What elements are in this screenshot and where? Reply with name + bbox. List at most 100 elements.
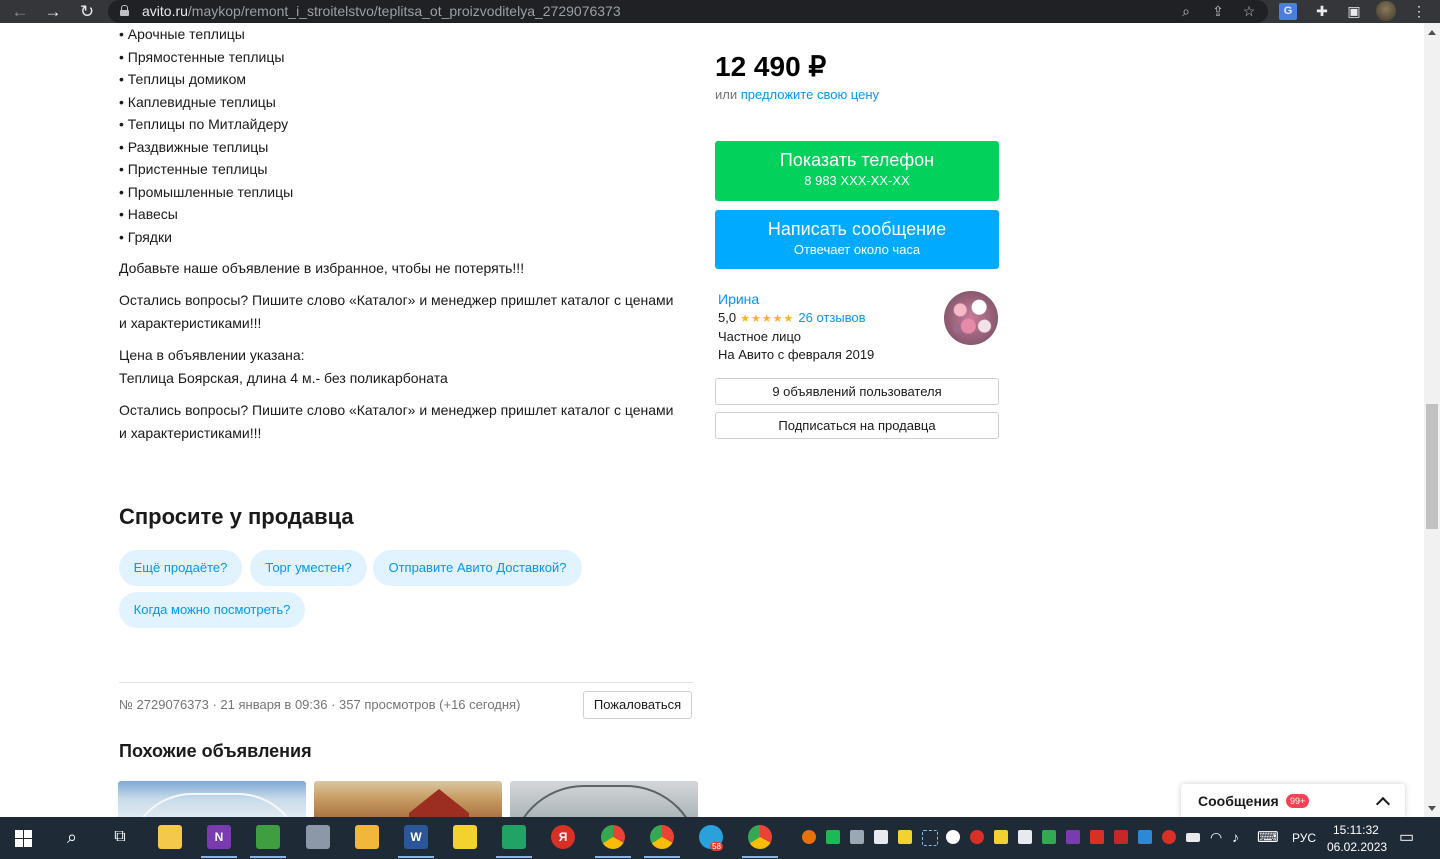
list-item: • Теплицы домиком (119, 71, 246, 87)
scroll-down-arrow-icon[interactable] (1428, 806, 1436, 811)
file-explorer-icon[interactable] (158, 825, 182, 849)
word-icon[interactable]: W (404, 825, 428, 849)
telegram-badge: 58 (710, 842, 723, 851)
scrollbar-thumb[interactable] (1426, 404, 1438, 529)
listing-meta: № 2729076373 · 21 января в 09:36 · 357 п… (119, 697, 521, 712)
tray-app-icon[interactable] (1042, 830, 1056, 844)
similar-listing-thumbnail[interactable] (314, 781, 502, 817)
extensions-puzzle-icon[interactable]: ✚ (1311, 2, 1333, 21)
offer-price-link[interactable]: предложите свою цену (741, 87, 879, 102)
quick-question-chip[interactable]: Отправите Авито Доставкой? (373, 550, 582, 586)
tray-snip-icon[interactable] (922, 830, 938, 846)
tray-app-icon[interactable] (946, 830, 960, 844)
active-app-indicator (496, 856, 532, 858)
tray-check-icon[interactable] (994, 830, 1008, 844)
seller-avatar[interactable] (944, 291, 998, 345)
windows-start-icon[interactable] (15, 830, 32, 847)
app-icon[interactable] (306, 825, 330, 849)
seller-name-link[interactable]: Ирина (718, 291, 759, 307)
scroll-up-arrow-icon[interactable] (1428, 30, 1436, 35)
complain-button[interactable]: Пожаловаться (583, 691, 692, 719)
write-message-button[interactable]: Написать сообщение Отвечает около часа (715, 210, 999, 269)
subscribe-seller-button[interactable]: Подписаться на продавца (715, 412, 999, 439)
tray-monitor-icon[interactable] (850, 830, 864, 844)
list-item: • Навесы (119, 206, 178, 222)
seller-since: На Авито с февраля 2019 (718, 347, 875, 362)
tray-app-icon[interactable] (1090, 830, 1104, 844)
tray-window-icon[interactable] (1018, 830, 1032, 844)
address-bar[interactable]: avito.ru/maykop/remont_i_stroitelstvo/te… (108, 0, 1268, 23)
chrome-icon[interactable] (601, 825, 625, 849)
tray-notes-icon[interactable] (898, 830, 912, 844)
reviews-link[interactable]: 26 отзывов (798, 310, 865, 325)
seller-rating: 5,0 ★★★★★ 26 отзывов (718, 310, 866, 325)
unread-badge: 99+ (1286, 794, 1310, 808)
clock-time[interactable]: 15:11:32 (1333, 823, 1379, 837)
tray-app-icon[interactable] (802, 830, 816, 844)
favorites-paragraph: Добавьте наше объявление в избранное, чт… (119, 257, 694, 280)
similar-listing-thumbnail[interactable] (118, 781, 306, 817)
reload-icon[interactable]: ↻ (76, 2, 98, 21)
active-app-indicator (250, 856, 286, 858)
task-view-icon[interactable]: ⧉ (108, 825, 132, 849)
write-message-label: Написать сообщение (767, 219, 947, 239)
quick-question-chip[interactable]: Торг уместен? (250, 550, 367, 586)
text-line: Остались вопросы? Пишите слово «Каталог»… (119, 402, 674, 418)
active-app-indicator (201, 856, 237, 858)
tray-fx-icon[interactable] (1138, 830, 1152, 844)
text-line: и характеристиками!!! (119, 425, 262, 441)
zoom-icon[interactable]: ⌕ (1176, 2, 1196, 21)
show-phone-button[interactable]: Показать телефон 8 983 XXX-XX-XX (715, 141, 999, 201)
back-arrow-icon[interactable]: ← (9, 2, 31, 21)
wifi-icon[interactable]: ◠ (1210, 829, 1222, 846)
chrome-icon[interactable] (650, 825, 674, 849)
yandex-icon[interactable]: Я (551, 825, 575, 849)
text-line: Остались вопросы? Пишите слово «Каталог»… (119, 292, 674, 308)
url-text: avito.ru/maykop/remont_i_stroitelstvo/te… (142, 3, 621, 19)
battery-icon[interactable] (1186, 833, 1200, 842)
active-app-indicator (742, 856, 778, 858)
divider (119, 682, 693, 683)
share-icon[interactable]: ⇪ (1208, 2, 1228, 21)
onenote-icon[interactable]: N (207, 825, 231, 849)
messages-label: Сообщения (1198, 793, 1279, 809)
sticky-notes-icon[interactable] (453, 825, 477, 849)
profile-avatar-icon[interactable] (1376, 1, 1396, 21)
tray-app-icon[interactable] (970, 830, 984, 844)
menu-kebab-icon[interactable]: ⋮ (1408, 2, 1430, 21)
tray-shield-icon[interactable] (826, 830, 840, 844)
notifications-icon[interactable]: ▭ (1399, 827, 1414, 847)
clock-date[interactable]: 06.02.2023 (1327, 840, 1387, 854)
search-icon[interactable]: ⌕ (60, 825, 84, 849)
text-line: Цена в объявлении указана: (119, 347, 305, 363)
forward-arrow-icon[interactable]: → (42, 2, 64, 21)
tray-document-icon[interactable] (874, 830, 888, 844)
page-scrollbar[interactable] (1424, 23, 1440, 817)
ask-seller-heading: Спросите у продавца (119, 504, 354, 529)
messages-widget[interactable]: Сообщения 99+ (1181, 784, 1405, 817)
tray-yandex-icon[interactable] (1162, 830, 1176, 844)
browser-toolbar: ← → ↻ avito.ru/maykop/remont_i_stroitels… (0, 0, 1440, 23)
chevron-up-icon[interactable] (1375, 793, 1391, 809)
quick-question-chip[interactable]: Когда можно посмотреть? (119, 592, 305, 628)
input-language[interactable]: РУС (1292, 831, 1316, 845)
tray-app-icon[interactable] (1114, 830, 1128, 844)
active-app-indicator (398, 856, 434, 858)
folder-icon[interactable] (355, 825, 379, 849)
volume-icon[interactable]: ♪ (1232, 829, 1239, 845)
spreadsheet-icon[interactable] (502, 825, 526, 849)
notepad-plus-icon[interactable] (256, 825, 280, 849)
similar-listing-thumbnail[interactable] (510, 781, 698, 817)
tray-onenote-icon[interactable] (1066, 830, 1080, 844)
translate-extension-icon[interactable]: G (1279, 3, 1297, 20)
list-item: • Арочные теплицы (119, 26, 245, 42)
keyboard-icon[interactable]: ⌨ (1257, 828, 1279, 846)
user-listings-button[interactable]: 9 объявлений пользователя (715, 378, 999, 405)
side-panel-icon[interactable]: ▣ (1343, 2, 1365, 21)
quick-question-chip[interactable]: Ещё продаёте? (119, 550, 242, 586)
bookmark-star-icon[interactable]: ☆ (1239, 2, 1259, 21)
chrome-icon[interactable] (748, 825, 772, 849)
rating-value: 5,0 (718, 310, 737, 325)
seller-type: Частное лицо (718, 329, 801, 344)
item-description: • Арочные теплицы • Прямостенные теплицы… (119, 23, 694, 445)
